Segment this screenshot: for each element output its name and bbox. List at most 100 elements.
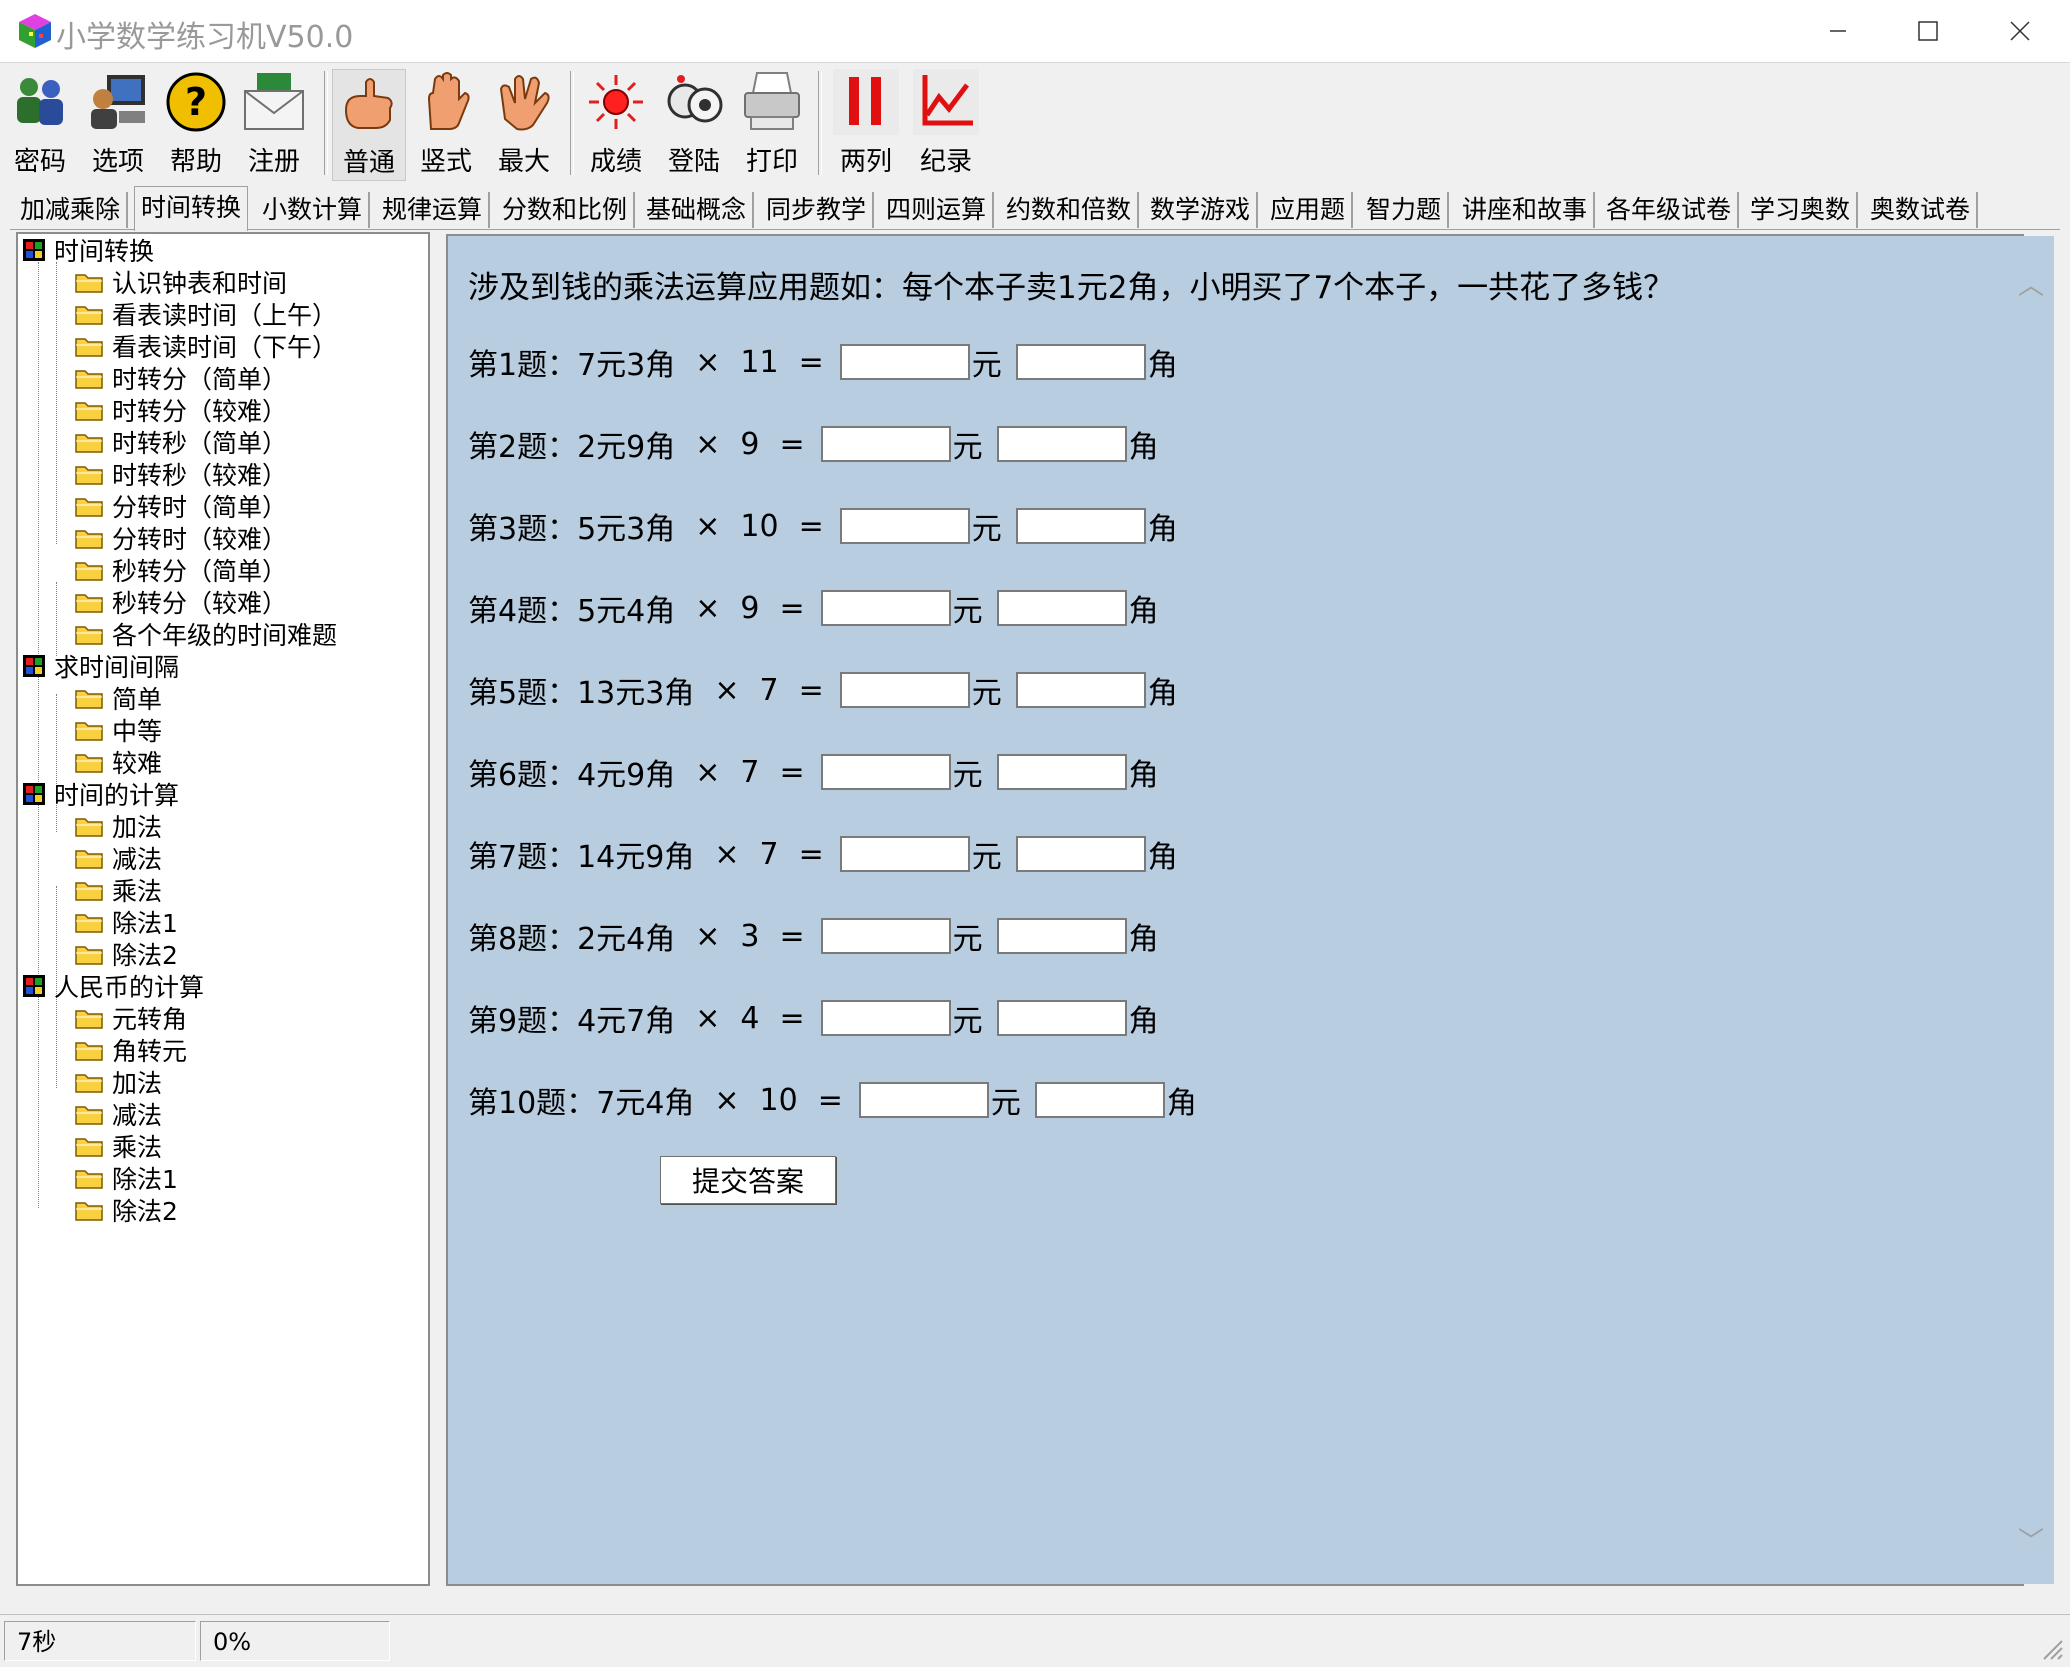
yuan-answer-input[interactable] [839, 836, 970, 872]
normal-mode-button[interactable]: 普通 [332, 69, 406, 181]
tree-item[interactable]: 秒转分（简单） [74, 554, 287, 586]
tree-item[interactable]: 分转时（简单） [74, 490, 287, 522]
tree-item-label: 分转时（简单） [112, 493, 288, 522]
vertical-scrollbar[interactable]: ︿ ﹀ [2008, 236, 2054, 1584]
jiao-answer-input[interactable] [996, 590, 1127, 626]
tree-item[interactable]: 减法 [74, 1098, 162, 1130]
records-button[interactable]: 纪录 [910, 69, 982, 179]
tree-item[interactable]: 看表读时间（下午） [74, 330, 337, 362]
tree-item-label: 元转角 [112, 1005, 188, 1034]
tab-fractions[interactable]: 分数和比例 [496, 192, 636, 228]
tree-item[interactable]: 角转元 [74, 1034, 187, 1066]
tree-item[interactable]: 元转角 [74, 1002, 187, 1034]
tree-item[interactable]: 中等 [74, 714, 162, 746]
jiao-answer-input[interactable] [1015, 672, 1146, 708]
tab-olympiad-study[interactable]: 学习奥数 [1744, 192, 1859, 228]
tree-item[interactable]: 时转秒（较难） [74, 458, 287, 490]
yuan-answer-input[interactable] [820, 754, 951, 790]
tree-item[interactable]: 减法 [74, 842, 162, 874]
tree-item[interactable]: 较难 [74, 746, 162, 778]
yuan-answer-input[interactable] [858, 1082, 989, 1118]
yuan-answer-input[interactable] [820, 426, 951, 462]
yuan-answer-input[interactable] [839, 508, 970, 544]
tree-item[interactable]: 时转秒（简单） [74, 426, 287, 458]
close-button[interactable] [1974, 0, 2066, 62]
tree-item[interactable]: 看表读时间（上午） [74, 298, 337, 330]
folder-icon [75, 1138, 103, 1157]
yuan-answer-input[interactable] [839, 344, 970, 380]
options-button[interactable]: 选项 [82, 69, 154, 179]
tree-item[interactable]: 除法1 [74, 1162, 178, 1194]
tree-item[interactable]: 秒转分（较难） [74, 586, 287, 618]
vertical-mode-button[interactable]: 竖式 [410, 69, 482, 179]
tree-item[interactable]: 除法2 [74, 1194, 178, 1226]
tab-grade-exams[interactable]: 各年级试卷 [1600, 192, 1740, 228]
question-row: 第8题： 2元4角 × 3 = 元 角 [468, 914, 1159, 958]
yuan-unit-label: 元 [952, 430, 983, 465]
tab-time-conversion[interactable]: 时间转换 [134, 186, 249, 231]
tab-lectures[interactable]: 讲座和故事 [1456, 192, 1596, 228]
jiao-answer-input[interactable] [996, 754, 1127, 790]
help-button[interactable]: ? 帮助 [160, 69, 232, 179]
tree-item[interactable]: 乘法 [74, 1130, 162, 1162]
tab-math-games[interactable]: 数学游戏 [1144, 192, 1259, 228]
yuan-answer-input[interactable] [820, 918, 951, 954]
tree-item[interactable]: 乘法 [74, 874, 162, 906]
jiao-answer-input[interactable] [996, 1000, 1127, 1036]
tab-add-sub-mul-div[interactable]: 加减乘除 [14, 192, 129, 228]
minimize-button[interactable] [1792, 0, 1884, 62]
scroll-up-icon[interactable]: ︿ [2016, 273, 2046, 299]
window-title: 小学数学练习机V50.0 [56, 20, 354, 55]
yuan-unit-label: 元 [952, 1004, 983, 1039]
register-button[interactable]: 注册 [238, 69, 310, 179]
jiao-unit-label: 角 [1147, 512, 1178, 547]
yuan-answer-input[interactable] [820, 590, 951, 626]
yuan-unit-label: 元 [990, 1086, 1021, 1121]
tab-basic-concepts[interactable]: 基础概念 [640, 192, 755, 228]
tree-item[interactable]: 时转分（较难） [74, 394, 287, 426]
tree-item[interactable]: 时转分（简单） [74, 362, 287, 394]
jiao-unit-label: 角 [1147, 348, 1178, 383]
scroll-down-icon[interactable]: ﹀ [2016, 1529, 2046, 1555]
submit-answer-button[interactable]: 提交答案 [660, 1156, 836, 1204]
tree-item[interactable]: 各个年级的时间难题 [74, 618, 337, 650]
jiao-answer-input[interactable] [1015, 508, 1146, 544]
tree-item[interactable]: 除法2 [74, 938, 178, 970]
tab-sync-teaching[interactable]: 同步教学 [760, 192, 875, 228]
tree-item[interactable]: 简单 [74, 682, 162, 714]
jiao-answer-input[interactable] [1015, 344, 1146, 380]
tree-item[interactable]: 除法1 [74, 906, 178, 938]
print-button[interactable]: 打印 [736, 69, 808, 179]
tree-category-rmb-calculation[interactable]: 人民币的计算 [22, 970, 204, 1002]
yuan-answer-input[interactable] [820, 1000, 951, 1036]
tab-divisors-multiples[interactable]: 约数和倍数 [1000, 192, 1140, 228]
password-button[interactable]: 密码 [4, 69, 76, 179]
jiao-answer-input[interactable] [1015, 836, 1146, 872]
two-columns-button[interactable]: 两列 [830, 69, 902, 179]
yuan-answer-input[interactable] [839, 672, 970, 708]
tab-word-problems[interactable]: 应用题 [1264, 192, 1354, 228]
maximize-button[interactable] [1882, 0, 1974, 62]
jiao-answer-input[interactable] [996, 426, 1127, 462]
tree-item[interactable]: 分转时（较难） [74, 522, 287, 554]
scores-button[interactable]: 成绩 [580, 69, 652, 179]
tree-item-label: 时转分（简单） [112, 365, 288, 394]
category-icon [23, 239, 45, 261]
tree-category-time-conversion[interactable]: 时间转换 [22, 234, 154, 266]
login-button[interactable]: 登陆 [658, 69, 730, 179]
tab-four-operations[interactable]: 四则运算 [880, 192, 995, 228]
tab-olympiad-exams[interactable]: 奥数试卷 [1864, 192, 1979, 228]
tree-category-time-interval[interactable]: 求时间间隔 [22, 650, 179, 682]
jiao-answer-input[interactable] [996, 918, 1127, 954]
jiao-answer-input[interactable] [1034, 1082, 1165, 1118]
resize-grip-icon[interactable] [2038, 1635, 2064, 1661]
tab-patterns[interactable]: 规律运算 [376, 192, 491, 228]
tree-item[interactable]: 认识钟表和时间 [74, 266, 287, 298]
tree-category-time-calculation[interactable]: 时间的计算 [22, 778, 179, 810]
tab-brain-teasers[interactable]: 智力题 [1360, 192, 1450, 228]
tree-item[interactable]: 加法 [74, 810, 162, 842]
tab-decimals[interactable]: 小数计算 [256, 192, 371, 228]
tree-item-label: 秒转分（较难） [112, 589, 288, 618]
tree-item[interactable]: 加法 [74, 1066, 162, 1098]
max-mode-button[interactable]: 最大 [488, 69, 560, 179]
